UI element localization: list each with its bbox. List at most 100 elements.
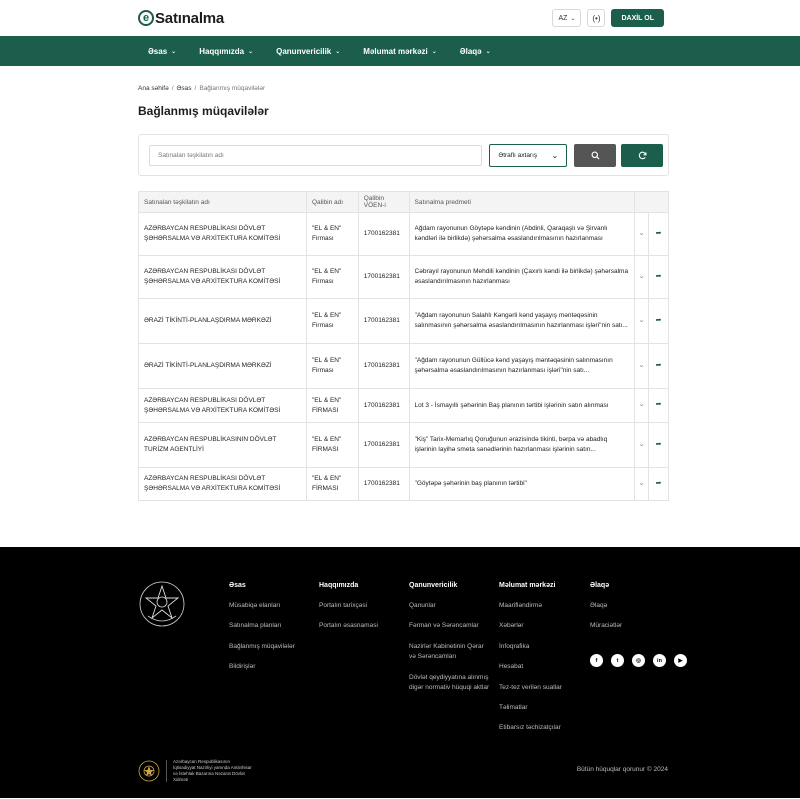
main-nav: Əsas ⌄ Haqqımızda ⌄ Qanunvericilik ⌄ Məluma… <box>0 36 800 66</box>
footer-link[interactable]: Əlaqə <box>590 601 622 611</box>
login-button[interactable]: DAXİL OL <box>611 9 664 27</box>
language-select[interactable]: AZ ⌄ <box>552 9 582 27</box>
share-row-button[interactable]: ➦ <box>648 388 669 423</box>
footer-link[interactable]: Tez-tez verilən suallar <box>499 683 562 693</box>
table-row[interactable]: AZƏRBAYCAN RESPUBLİKASI DÖVLƏT ŞƏHƏRSALM… <box>138 388 669 423</box>
cell-winner-text: "EL & EN" FİRMASI <box>312 436 342 453</box>
cell-subject-text: Cəbrayıl rayonunun Mehdili kəndinin (Çax… <box>414 268 629 285</box>
cell-subject: Ağdam rayonunun Göytəpə kəndinin (Abdinl… <box>408 212 636 256</box>
cell-winner-text: "EL & EN" Firması <box>312 268 342 285</box>
youtube-icon[interactable]: ▶ <box>674 654 687 667</box>
share-row-button[interactable]: ➦ <box>648 255 669 299</box>
cell-organization-text: AZƏRBAYCAN RESPUBLİKASI DÖVLƏT ŞƏHƏRSALM… <box>144 396 281 414</box>
expand-row-button[interactable]: ⌄ <box>634 388 649 423</box>
share-icon: ➦ <box>655 479 662 487</box>
table-row[interactable]: ƏRAZİ TİKİNTİ-PLANLAŞDIRMA MƏRKƏZİ "EL & … <box>138 298 669 344</box>
expand-row-button[interactable]: ⌄ <box>634 467 649 501</box>
cell-organization-text: ƏRAZİ TİKİNTİ-PLANLAŞDIRMA MƏRKƏZİ <box>144 317 272 325</box>
footer-link[interactable]: Etibarsız təchizatçılar <box>499 723 562 733</box>
nav-item-melumat-merkezi[interactable]: Məlumat mərkəzi ⌄ <box>363 47 437 56</box>
reset-button[interactable] <box>621 143 663 167</box>
cell-winner: "EL & EN" FİRMASI <box>306 422 359 468</box>
cell-organization-text: AZƏRBAYCAN RESPUBLİKASININ DÖVLƏT TURİZM… <box>144 436 277 453</box>
footer-link[interactable]: Portalın əsasnaməsi <box>319 621 378 631</box>
footer-link[interactable]: Hesabat <box>499 662 562 672</box>
footer-link[interactable]: Portalın tarixçəsi <box>319 601 378 611</box>
share-row-button[interactable]: ➦ <box>648 298 669 344</box>
breadcrumb: Ana səhifə / Əsas / Bağlanmış müqavilələ… <box>138 85 669 92</box>
share-row-button[interactable]: ➦ <box>648 212 669 256</box>
cell-winner: "EL & EN" Firması <box>306 298 359 344</box>
table-row[interactable]: ƏRAZİ TİKİNTİ-PLANLAŞDIRMA MƏRKƏZİ "EL & … <box>138 343 669 389</box>
expand-row-button[interactable]: ⌄ <box>634 422 649 468</box>
cell-voen-text: 1700162381 <box>363 401 400 409</box>
facebook-icon[interactable]: f <box>590 654 603 667</box>
column-header-winner: Qalibin adı <box>306 191 359 213</box>
cell-voen-text: 1700162381 <box>363 441 400 449</box>
twitter-icon[interactable]: t <box>611 654 624 667</box>
organization-search-input[interactable]: Satınalan təşkilatın adı <box>149 144 483 166</box>
footer-link[interactable]: Bağlanmış müqavilələr <box>229 642 295 652</box>
nav-item-esas[interactable]: Əsas ⌄ <box>148 47 176 56</box>
cell-voen-text: 1700162381 <box>363 317 400 325</box>
breadcrumb-section[interactable]: Əsas <box>177 85 192 92</box>
expand-row-button[interactable]: ⌄ <box>634 255 649 299</box>
footer-column-title: Əsas <box>229 582 246 589</box>
cell-organization: ƏRAZİ TİKİNTİ-PLANLAŞDIRMA MƏRKƏZİ <box>138 298 307 344</box>
footer-link[interactable]: Qanunlar <box>409 601 491 611</box>
column-header-voen: Qalibin VÖEN-i <box>357 191 410 213</box>
table-row[interactable]: AZƏRBAYCAN RESPUBLİKASININ DÖVLƏT TURİZM… <box>138 422 669 468</box>
table-row[interactable]: AZƏRBAYCAN RESPUBLİKASI DÖVLƏT ŞƏHƏRSALM… <box>138 212 669 256</box>
instagram-icon[interactable]: ◎ <box>632 654 645 667</box>
agency-name: Azərbaycan Respublikasının İqtisadiyyat … <box>173 759 252 783</box>
footer-link[interactable]: Xəbərlər <box>499 621 562 631</box>
site-logo[interactable]: e Satınalma <box>138 10 224 27</box>
linkedin-icon[interactable]: in <box>653 654 666 667</box>
cell-organization-text: AZƏRBAYCAN RESPUBLİKASI DÖVLƏT ŞƏHƏRSALM… <box>144 225 281 242</box>
footer-link[interactable]: Müraciətlər <box>590 621 622 631</box>
share-row-button[interactable]: ➦ <box>648 422 669 468</box>
chevron-down-icon: ⌄ <box>485 48 491 55</box>
cell-subject: "Ağdam rayonunun Güllücə kənd yaşayış mə… <box>408 343 636 389</box>
footer-link[interactable]: Bildirişlər <box>229 662 295 672</box>
cell-organization: AZƏRBAYCAN RESPUBLİKASININ DÖVLƏT TURİZM… <box>138 422 307 468</box>
cell-organization: AZƏRBAYCAN RESPUBLİKASI DÖVLƏT ŞƏHƏRSALM… <box>138 467 307 501</box>
cell-voen-text: 1700162381 <box>363 273 400 281</box>
footer-column-title: Məlumat mərkəzi <box>499 582 556 589</box>
advanced-search-select[interactable]: Ətraflı axtarış ⌄ <box>489 143 568 167</box>
page-title: Bağlanmış müqavilələr <box>138 104 269 118</box>
table-row[interactable]: AZƏRBAYCAN RESPUBLİKASI DÖVLƏT ŞƏHƏRSALM… <box>138 467 669 501</box>
cell-organization: ƏRAZİ TİKİNTİ-PLANLAŞDIRMA MƏRKƏZİ <box>138 343 307 389</box>
footer-link[interactable]: Nazirlər Kabinetinin Qərar və Sərəncamla… <box>409 642 491 663</box>
footer-link[interactable]: Satınalma planları <box>229 621 295 631</box>
table-row[interactable]: AZƏRBAYCAN RESPUBLİKASI DÖVLƏT ŞƏHƏRSALM… <box>138 255 669 299</box>
nav-item-haqqimizda[interactable]: Haqqımızda ⌄ <box>199 47 253 56</box>
footer-link[interactable]: Maarifləndirmə <box>499 601 562 611</box>
share-row-button[interactable]: ➦ <box>648 467 669 501</box>
footer-link[interactable]: Fərman və Sərəncamlar <box>409 621 491 631</box>
cell-organization-text: AZƏRBAYCAN RESPUBLİKASI DÖVLƏT ŞƏHƏRSALM… <box>144 268 281 285</box>
footer-link[interactable]: Dövlət qeydiyyatına alınmış digər normat… <box>409 673 491 694</box>
chevron-down-icon: ⌄ <box>431 48 437 55</box>
expand-row-button[interactable]: ⌄ <box>634 298 649 344</box>
share-row-button[interactable]: ➦ <box>648 343 669 389</box>
search-placeholder: Satınalan təşkilatın adı <box>158 151 224 159</box>
cell-subject: Lot 3 - İsmayıllı şəhərinin Baş planının… <box>408 388 636 423</box>
search-button[interactable] <box>574 143 617 167</box>
footer-link[interactable]: İnfoqrafika <box>499 642 562 652</box>
breadcrumb-home[interactable]: Ana səhifə <box>138 85 169 92</box>
nav-item-elaqe[interactable]: Əlaqə ⌄ <box>460 47 491 56</box>
cell-organization: AZƏRBAYCAN RESPUBLİKASI DÖVLƏT ŞƏHƏRSALM… <box>138 212 307 256</box>
cell-subject-text: Ağdam rayonunun Göytəpə kəndinin (Abdinl… <box>414 225 608 242</box>
agency-logo-icon <box>138 760 160 782</box>
nav-item-qanunvericilik[interactable]: Qanunvericilik ⌄ <box>276 47 340 56</box>
expand-row-button[interactable]: ⌄ <box>634 212 649 256</box>
footer-link[interactable]: Təlimatlar <box>499 703 562 713</box>
cell-voen: 1700162381 <box>357 467 410 501</box>
accessibility-button[interactable]: (•) <box>587 9 606 27</box>
expand-row-button[interactable]: ⌄ <box>634 343 649 389</box>
cell-voen: 1700162381 <box>357 422 410 468</box>
chevron-down-icon: ⌄ <box>570 15 576 22</box>
breadcrumb-current: Bağlanmış müqavilələr <box>199 85 266 92</box>
footer-link[interactable]: Müsabiqə elanları <box>229 601 295 611</box>
